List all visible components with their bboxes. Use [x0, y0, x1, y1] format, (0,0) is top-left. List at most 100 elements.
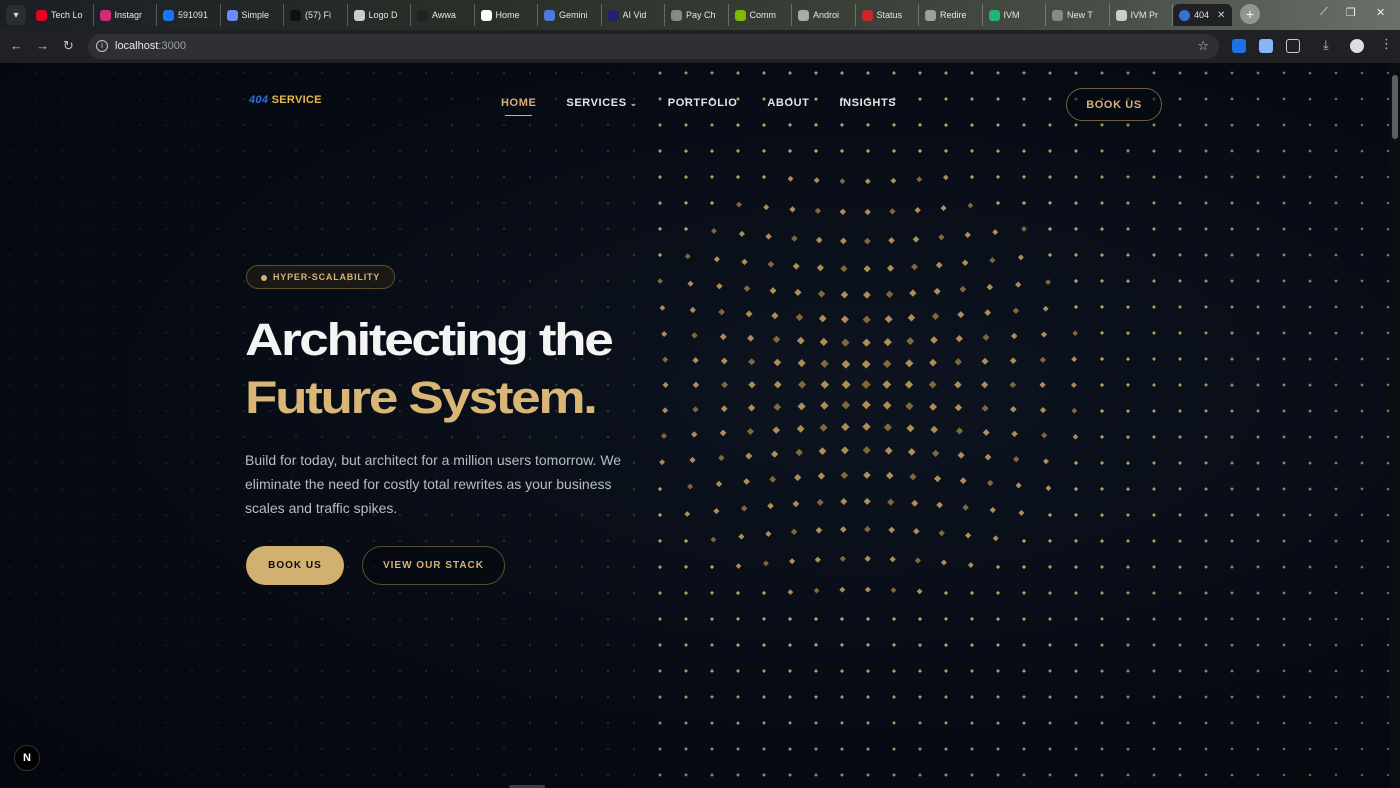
particle-dot — [762, 773, 766, 777]
particle-dot — [1256, 123, 1260, 127]
browser-tab[interactable]: Comm — [729, 4, 792, 26]
particle-dot — [787, 643, 793, 648]
nav-item-home[interactable]: HOME — [501, 97, 536, 116]
browser-tab[interactable]: Tech Lo — [30, 4, 94, 26]
particle-cube — [814, 556, 821, 563]
browser-tab[interactable]: Awwa — [411, 4, 475, 26]
tab-search-icon[interactable]: ▾ — [6, 5, 26, 25]
hero-book-us-button[interactable]: BOOK US — [246, 546, 344, 585]
download-icon[interactable]: ⤓ — [1323, 37, 1329, 53]
menu-kebab-icon[interactable]: ⋮ — [1380, 36, 1393, 52]
particle-dot — [268, 669, 272, 673]
particle-cube — [839, 526, 847, 533]
particle-dot — [242, 123, 246, 127]
bookmark-star-icon[interactable]: ☆ — [1197, 38, 1209, 54]
particle-dot — [606, 435, 610, 439]
url-text[interactable]: localhost:3000 — [115, 40, 186, 52]
new-tab-button[interactable]: + — [1240, 4, 1260, 24]
brand-logo[interactable]: 404 SERVICE — [249, 94, 322, 106]
browser-tab[interactable]: IVM — [983, 4, 1046, 26]
particle-dot — [528, 253, 532, 257]
browser-tab-active[interactable]: 404 ✕ — [1173, 4, 1233, 26]
particle-dot — [632, 357, 636, 361]
scrollbar-thumb[interactable] — [1392, 75, 1398, 139]
particle-dot — [138, 747, 142, 750]
tab-title: Comm — [749, 10, 777, 20]
dev-tools-badge[interactable]: N — [14, 745, 40, 771]
particle-dot — [216, 539, 220, 543]
tab-title: Logo D — [368, 10, 398, 20]
particle-dot — [424, 773, 428, 777]
profile-avatar[interactable] — [1350, 39, 1364, 53]
particle-dot — [138, 409, 142, 413]
browser-tab[interactable]: Pay Ch — [665, 4, 729, 26]
browser-tab[interactable]: Gemini — [538, 4, 602, 26]
tab-close-icon[interactable]: ✕ — [1217, 10, 1225, 21]
particle-cube — [992, 229, 999, 236]
particle-dot — [398, 123, 402, 127]
close-window-icon[interactable]: ✕ — [1376, 6, 1385, 19]
particle-cube — [965, 532, 972, 539]
nav-item-services[interactable]: SERVICES ⌄ — [566, 97, 637, 109]
particle-dot — [632, 539, 636, 543]
browser-tab[interactable]: Simple — [221, 4, 284, 26]
extension-icon[interactable] — [1259, 39, 1273, 53]
particle-dot — [138, 461, 142, 465]
extensions-puzzle-icon[interactable] — [1286, 39, 1300, 53]
particle-dot — [996, 695, 1000, 699]
back-icon[interactable]: ← — [10, 38, 23, 53]
particle-dot — [1282, 331, 1286, 335]
particle-dot — [554, 695, 558, 699]
particle-dot — [1073, 565, 1079, 570]
nav-item-about[interactable]: ABOUT — [767, 97, 809, 109]
particle-dot — [892, 773, 896, 777]
forward-icon[interactable]: → — [36, 38, 49, 53]
particle-dot — [554, 643, 558, 647]
particle-dot — [268, 305, 272, 309]
page-scrollbar[interactable] — [1390, 63, 1400, 788]
site-info-icon[interactable]: i — [96, 40, 108, 52]
extension-icon[interactable] — [1232, 39, 1246, 53]
particle-dot — [450, 643, 454, 647]
browser-tab[interactable]: Redire — [919, 4, 983, 26]
particle-cube — [719, 333, 727, 341]
particle-dot — [1204, 175, 1208, 179]
particle-dot — [372, 201, 376, 205]
particle-dot — [34, 254, 38, 257]
nav-book-us-button[interactable]: BOOK US — [1066, 88, 1162, 121]
browser-tab[interactable]: Androi — [792, 4, 856, 26]
particle-cube — [982, 333, 990, 341]
particle-cube — [747, 334, 755, 342]
browser-tab[interactable]: Logo D — [348, 4, 411, 26]
particle-cube — [721, 381, 729, 389]
particle-dot — [138, 383, 142, 387]
particle-cube — [989, 506, 996, 514]
particle-dot — [320, 71, 324, 75]
nav-item-insights[interactable]: INSIGHTS — [839, 97, 896, 109]
reload-icon[interactable]: ↻ — [63, 38, 74, 54]
particle-cube — [711, 228, 717, 234]
browser-tab[interactable]: Status — [856, 4, 919, 26]
browser-tab[interactable]: IVM Pr — [1110, 4, 1173, 26]
address-bar[interactable]: i localhost:3000 ☆ — [88, 34, 1219, 59]
view-stack-button[interactable]: VIEW OUR STACK — [362, 546, 505, 585]
nav-item-portfolio[interactable]: PORTFOLIO — [668, 97, 738, 109]
browser-tab[interactable]: (57) Fi — [284, 4, 348, 26]
particle-cube — [929, 402, 937, 411]
particle-dot — [1099, 356, 1105, 362]
particle-dot — [8, 436, 12, 439]
particle-dot — [268, 643, 272, 647]
particle-cube — [967, 202, 974, 209]
particle-dot — [1308, 669, 1312, 673]
browser-tab[interactable]: Home — [475, 4, 538, 26]
browser-tab[interactable]: 591091 — [157, 4, 221, 26]
browser-tab[interactable]: Instagr — [94, 4, 157, 26]
particle-dot — [320, 539, 324, 543]
browser-tab[interactable]: AI Vid — [602, 4, 665, 26]
tab-favicon-icon — [861, 9, 873, 21]
restore-window-icon[interactable]: ❐ — [1346, 6, 1356, 19]
particle-dot — [1360, 175, 1364, 179]
particle-dot — [216, 565, 220, 569]
particle-dot — [632, 227, 636, 231]
browser-tab[interactable]: New T — [1046, 4, 1110, 26]
